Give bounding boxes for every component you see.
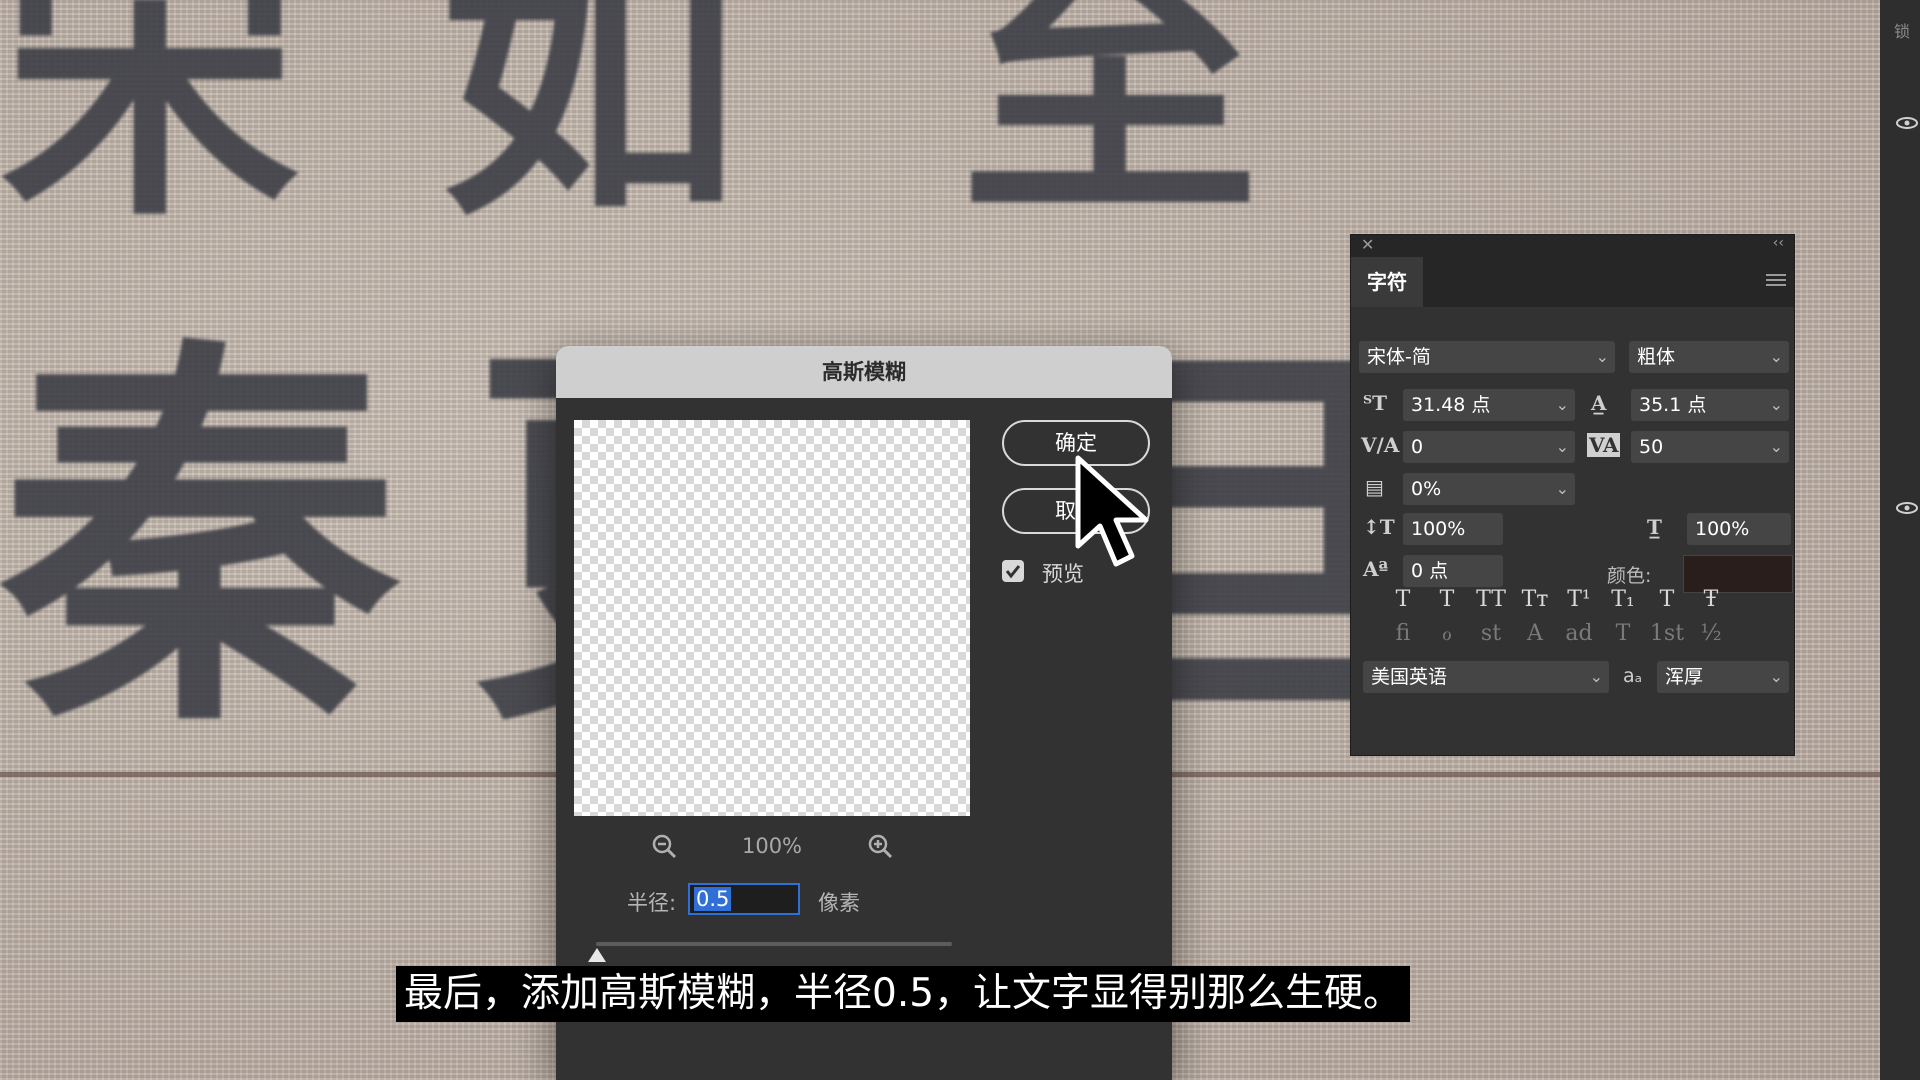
kerning-value: 0 bbox=[1411, 436, 1424, 458]
tsume-icon: ▤ bbox=[1365, 475, 1384, 499]
font-size-field[interactable]: 31.48 点 ⌄ bbox=[1403, 389, 1575, 421]
chevron-down-icon: ⌄ bbox=[1769, 395, 1783, 414]
vertical-scale-field[interactable]: 100% bbox=[1403, 513, 1503, 545]
opentype-button[interactable]: A bbox=[1517, 621, 1553, 646]
leading-icon: A̲ bbox=[1591, 391, 1607, 415]
radius-input[interactable]: 0.5 bbox=[688, 883, 800, 915]
opentype-button[interactable]: 1st bbox=[1649, 621, 1685, 646]
baseline-shift-icon: Aª bbox=[1363, 557, 1389, 581]
chevron-down-icon: ⌄ bbox=[1555, 395, 1569, 414]
horizontal-scale-value: 100% bbox=[1695, 518, 1750, 540]
zoom-level: 100% bbox=[741, 834, 803, 858]
chevron-down-icon: ⌄ bbox=[1595, 347, 1609, 366]
canvas-glyph: 至 bbox=[960, 0, 1260, 256]
close-icon[interactable]: ✕ bbox=[1361, 235, 1374, 254]
tracking-field[interactable]: 50 ⌄ bbox=[1631, 431, 1789, 463]
font-size-value: 31.48 点 bbox=[1411, 394, 1491, 416]
canvas-glyph: 宋 bbox=[0, 0, 300, 256]
type-style-button[interactable]: T bbox=[1649, 587, 1685, 612]
chevron-down-icon: ⌄ bbox=[1769, 437, 1783, 456]
chevron-down-icon: ⌄ bbox=[1769, 667, 1783, 686]
tracking-value: 50 bbox=[1639, 436, 1664, 458]
radius-value: 0.5 bbox=[694, 887, 732, 911]
preview-checkbox[interactable] bbox=[1002, 560, 1024, 582]
type-style-button[interactable]: T bbox=[1429, 587, 1465, 612]
baseline-shift-value: 0 点 bbox=[1411, 560, 1449, 582]
vertical-scale-value: 100% bbox=[1411, 518, 1466, 540]
eye-icon[interactable] bbox=[1896, 502, 1918, 514]
horizontal-scale-icon: T̲ bbox=[1647, 515, 1662, 539]
radius-unit: 像素 bbox=[818, 891, 860, 915]
font-style-value: 粗体 bbox=[1637, 346, 1676, 368]
chevron-down-icon: ⌄ bbox=[1555, 479, 1569, 498]
type-style-button[interactable]: T bbox=[1385, 587, 1421, 612]
video-subtitle: 最后，添加高斯模糊，半径0.5，让文字显得别那么生硬。 bbox=[396, 966, 1411, 1022]
zoom-out-icon[interactable] bbox=[650, 832, 678, 860]
opentype-button[interactable]: ℴ bbox=[1429, 621, 1465, 646]
mouse-cursor-icon bbox=[1075, 455, 1149, 567]
panel-topbar: ✕ ‹‹ bbox=[1351, 235, 1794, 257]
layers-panel-edge: 锁 bbox=[1880, 0, 1920, 1080]
checkmark-icon bbox=[1005, 565, 1021, 579]
character-panel: ✕ ‹‹ 字符 宋体-简 ⌄ 粗体 ⌄ ᵀT 31.48 点 ⌄ A̲ 35.1 点 ⌄… bbox=[1350, 234, 1795, 756]
chevron-down-icon: ⌄ bbox=[1589, 667, 1603, 686]
opentype-button[interactable]: ad bbox=[1561, 621, 1597, 646]
panel-tabbar: 字符 bbox=[1351, 257, 1794, 307]
zoom-in-icon[interactable] bbox=[866, 832, 894, 860]
font-size-icon: ᵀT bbox=[1363, 391, 1387, 415]
collapse-icon[interactable]: ‹‹ bbox=[1773, 235, 1784, 251]
canvas-glyph: 如 bbox=[440, 0, 740, 256]
antialias-select[interactable]: 浑厚 ⌄ bbox=[1657, 661, 1789, 693]
dialog-title[interactable]: 高斯模糊 bbox=[556, 346, 1172, 398]
radius-slider-track[interactable] bbox=[596, 942, 952, 946]
horizontal-scale-field[interactable]: 100% bbox=[1687, 513, 1791, 545]
baseline-shift-field[interactable]: 0 点 bbox=[1403, 555, 1503, 587]
language-value: 美国英语 bbox=[1371, 666, 1448, 688]
type-style-button[interactable]: T₁ bbox=[1605, 587, 1641, 612]
chevron-down-icon: ⌄ bbox=[1555, 437, 1569, 456]
blur-preview[interactable] bbox=[574, 420, 970, 816]
font-family-select[interactable]: 宋体-简 ⌄ bbox=[1359, 341, 1615, 373]
opentype-button[interactable]: ½ bbox=[1693, 621, 1729, 646]
leading-field[interactable]: 35.1 点 ⌄ bbox=[1631, 389, 1789, 421]
font-family-value: 宋体-简 bbox=[1367, 346, 1431, 368]
canvas-glyph: 秦 bbox=[0, 305, 400, 775]
antialias-icon: aₐ bbox=[1623, 665, 1643, 687]
opentype-button[interactable]: st bbox=[1473, 621, 1509, 646]
tracking-icon: VA bbox=[1587, 433, 1621, 457]
panel-menu-icon[interactable] bbox=[1766, 271, 1786, 289]
type-style-button[interactable]: Ŧ bbox=[1693, 587, 1729, 612]
lock-label: 锁 bbox=[1894, 22, 1911, 41]
radius-label: 半径: bbox=[627, 891, 677, 915]
radius-slider-thumb[interactable] bbox=[588, 948, 606, 962]
tab-character[interactable]: 字符 bbox=[1351, 257, 1423, 307]
eye-icon[interactable] bbox=[1896, 117, 1918, 129]
opentype-button[interactable]: T bbox=[1605, 621, 1641, 646]
tsume-field[interactable]: 0% ⌄ bbox=[1403, 473, 1575, 505]
opentype-button[interactable]: ﬁ bbox=[1385, 621, 1421, 646]
type-style-button[interactable]: Tт bbox=[1517, 587, 1553, 612]
type-style-button[interactable]: TT bbox=[1473, 587, 1509, 612]
tsume-value: 0% bbox=[1411, 478, 1442, 500]
color-label: 颜色: bbox=[1607, 565, 1652, 587]
antialias-value: 浑厚 bbox=[1665, 666, 1704, 688]
type-style-button[interactable]: T¹ bbox=[1561, 587, 1597, 612]
language-select[interactable]: 美国英语 ⌄ bbox=[1363, 661, 1609, 693]
kerning-field[interactable]: 0 ⌄ bbox=[1403, 431, 1575, 463]
chevron-down-icon: ⌄ bbox=[1769, 347, 1783, 366]
vertical-scale-icon: ↕T bbox=[1363, 515, 1395, 539]
font-style-select[interactable]: 粗体 ⌄ bbox=[1629, 341, 1789, 373]
kerning-icon: V/A bbox=[1361, 433, 1400, 457]
leading-value: 35.1 点 bbox=[1639, 394, 1707, 416]
